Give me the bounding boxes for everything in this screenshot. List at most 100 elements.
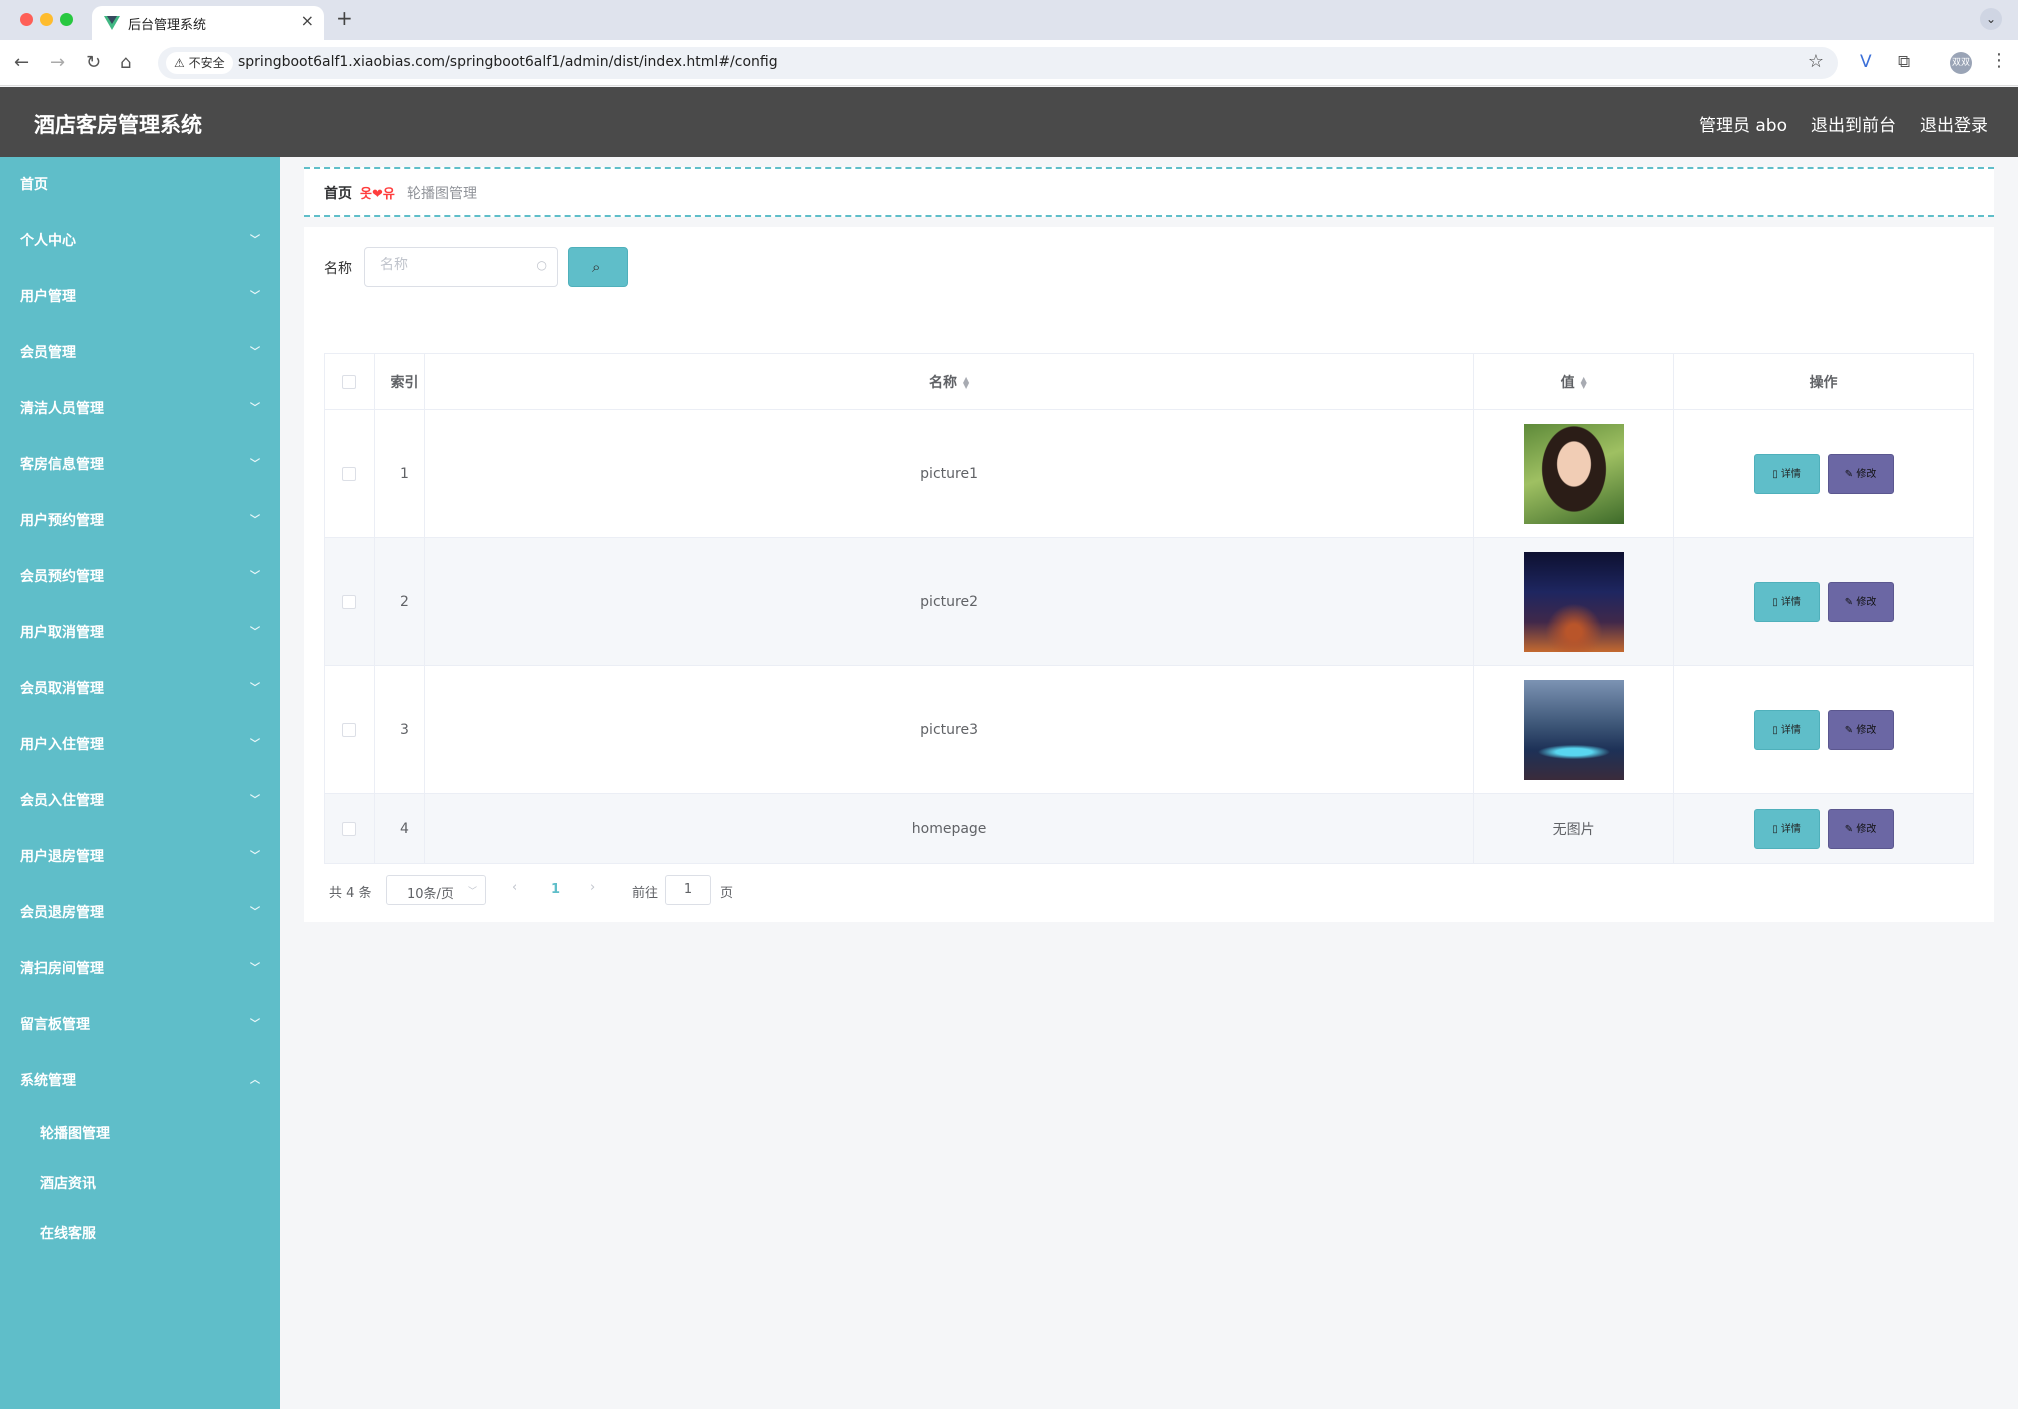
sidebar-subitem-online-service[interactable]: 在线客服 [0, 1209, 280, 1259]
edit-button[interactable]: ✎ 修改 [1827, 581, 1894, 622]
detail-button[interactable]: ▯ 详情 [1753, 453, 1820, 494]
extensions-puzzle-icon[interactable]: ⧉ [1898, 52, 1910, 72]
breadcrumb: 首页 옷❤유 轮播图管理 [304, 167, 1994, 217]
sidebar-item-member-management[interactable]: 会员管理 ﹀ [0, 325, 280, 381]
select-all-checkbox[interactable] [342, 374, 357, 389]
row-index: 2 [373, 537, 425, 666]
row-checkbox[interactable] [342, 722, 357, 737]
extension-v-icon[interactable]: V [1860, 52, 1872, 72]
tab-title: 后台管理系统 [128, 18, 207, 33]
search-field[interactable]: ○ [364, 247, 558, 287]
browser-tab[interactable]: 后台管理系统 × [92, 6, 324, 40]
sidebar-item-room-cleaning[interactable]: 清扫房间管理 ﹀ [0, 941, 280, 997]
page-number[interactable]: 1 [551, 882, 560, 897]
sidebar-item-member-checkout[interactable]: 会员退房管理 ﹀ [0, 885, 280, 941]
row-select-cell [324, 665, 375, 794]
reload-icon[interactable]: ↻ [86, 52, 101, 73]
chevron-down-icon: ﹀ [250, 963, 260, 974]
security-indicator[interactable]: ⚠ 不安全 [166, 52, 233, 74]
sidebar-item-cleaner-management[interactable]: 清洁人员管理 ﹀ [0, 381, 280, 437]
document-icon: ▯ [1772, 596, 1778, 608]
search-button[interactable]: ⌕ [568, 247, 628, 287]
row-name: picture3 [423, 665, 1475, 794]
close-window-button[interactable] [20, 13, 33, 26]
chevron-down-icon: ﹀ [250, 627, 260, 638]
edit-button[interactable]: ✎ 修改 [1827, 808, 1894, 849]
sidebar-item-user-cancel[interactable]: 用户取消管理 ﹀ [0, 605, 280, 661]
carousel-image-thumbnail [1523, 423, 1624, 524]
sidebar-item-member-reservation[interactable]: 会员预约管理 ﹀ [0, 549, 280, 605]
value-header[interactable]: 值 ▲ ▼ [1473, 353, 1675, 410]
sidebar-item-user-checkout[interactable]: 用户退房管理 ﹀ [0, 829, 280, 885]
search-input[interactable] [380, 257, 530, 273]
sidebar-item-room-info[interactable]: 客房信息管理 ﹀ [0, 437, 280, 493]
goto-label: 前往 [632, 886, 659, 901]
tab-list-icon[interactable]: ⌄ [1980, 8, 2002, 30]
detail-button[interactable]: ▯ 详情 [1753, 808, 1820, 849]
vue-logo-icon [104, 16, 120, 30]
document-icon: ▯ [1772, 468, 1778, 480]
row-name: homepage [423, 793, 1475, 864]
browser-toolbar: ← → ↻ ⌂ ⚠ 不安全 springboot6alf1.xiaobias.c… [0, 40, 2018, 86]
chevron-down-icon: ﹀ [250, 459, 260, 470]
search-field-icon: ○ [536, 258, 547, 272]
sidebar-item-home[interactable]: 首页 [0, 157, 280, 213]
row-checkbox[interactable] [342, 594, 357, 609]
chevron-down-icon: ﹀ [250, 403, 260, 414]
detail-button[interactable]: ▯ 详情 [1753, 709, 1820, 750]
sidebar-item-member-cancel[interactable]: 会员取消管理 ﹀ [0, 661, 280, 717]
exit-to-front-link[interactable]: 退出到前台 [1811, 111, 1896, 136]
index-header: 索引 [373, 353, 425, 410]
minimize-window-button[interactable] [40, 13, 53, 26]
sort-icon[interactable]: ▲ ▼ [1581, 375, 1587, 389]
next-page-icon[interactable]: › [590, 880, 595, 895]
chevron-down-icon: ﹀ [250, 739, 260, 750]
chevron-down-icon: ﹀ [250, 291, 260, 302]
breadcrumb-home[interactable]: 首页 [324, 183, 352, 203]
bookmark-star-icon[interactable]: ☆ [1808, 51, 1824, 72]
sidebar-item-user-reservation[interactable]: 用户预约管理 ﹀ [0, 493, 280, 549]
row-value: 无图片 [1473, 793, 1675, 864]
page-unit-label: 页 [720, 886, 734, 901]
browser-menu-icon[interactable]: ⋮ [1990, 50, 2008, 71]
forward-icon[interactable]: → [50, 52, 65, 73]
logout-link[interactable]: 退出登录 [1920, 111, 1988, 136]
name-header[interactable]: 名称 ▲ ▼ [423, 353, 1475, 410]
row-value [1473, 409, 1675, 538]
sort-icon[interactable]: ▲ ▼ [963, 375, 969, 389]
edit-button[interactable]: ✎ 修改 [1827, 453, 1894, 494]
row-checkbox[interactable] [342, 821, 357, 836]
row-actions: ▯ 详情 ✎ 修改 [1673, 409, 1974, 538]
prev-page-icon[interactable]: ‹ [512, 880, 517, 895]
table-row: 2 picture2 ▯ 详情 ✎ 修改 [324, 537, 1974, 666]
document-icon: ▯ [1772, 823, 1778, 835]
profile-avatar[interactable]: 双双 [1950, 52, 1972, 74]
row-checkbox[interactable] [342, 466, 357, 481]
total-count: 共 4 条 [329, 886, 372, 901]
row-index: 4 [373, 793, 425, 864]
sidebar-subitem-carousel[interactable]: 轮播图管理 [0, 1109, 280, 1159]
pencil-icon: ✎ [1844, 596, 1854, 608]
sidebar-item-personal-center[interactable]: 个人中心 ﹀ [0, 213, 280, 269]
maximize-window-button[interactable] [60, 13, 73, 26]
detail-button[interactable]: ▯ 详情 [1753, 581, 1820, 622]
new-tab-icon[interactable]: + [336, 6, 353, 30]
sidebar-item-system-management[interactable]: 系统管理 ︿ [0, 1053, 280, 1109]
sidebar-item-user-management[interactable]: 用户管理 ﹀ [0, 269, 280, 325]
goto-page-input[interactable]: 1 [665, 875, 711, 905]
sidebar-subitem-hotel-news[interactable]: 酒店资讯 [0, 1159, 280, 1209]
sidebar-item-member-checkin[interactable]: 会员入住管理 ﹀ [0, 773, 280, 829]
page-size-select[interactable]: 10条/页 ﹀ [386, 875, 486, 905]
address-bar[interactable]: ⚠ 不安全 springboot6alf1.xiaobias.com/sprin… [158, 47, 1838, 79]
chevron-down-icon: ﹀ [250, 907, 260, 918]
table-row: 1 picture1 ▯ 详情 ✎ 修改 [324, 409, 1974, 538]
edit-button[interactable]: ✎ 修改 [1827, 709, 1894, 750]
tab-close-icon[interactable]: × [301, 11, 314, 30]
home-icon[interactable]: ⌂ [120, 52, 131, 73]
back-icon[interactable]: ← [14, 52, 29, 73]
search-icon: ⌕ [592, 258, 601, 276]
sidebar-item-user-checkin[interactable]: 用户入住管理 ﹀ [0, 717, 280, 773]
sidebar-item-message-board[interactable]: 留言板管理 ﹀ [0, 997, 280, 1053]
url-text[interactable]: springboot6alf1.xiaobias.com/springboot6… [238, 54, 778, 70]
row-actions: ▯ 详情 ✎ 修改 [1673, 537, 1974, 666]
